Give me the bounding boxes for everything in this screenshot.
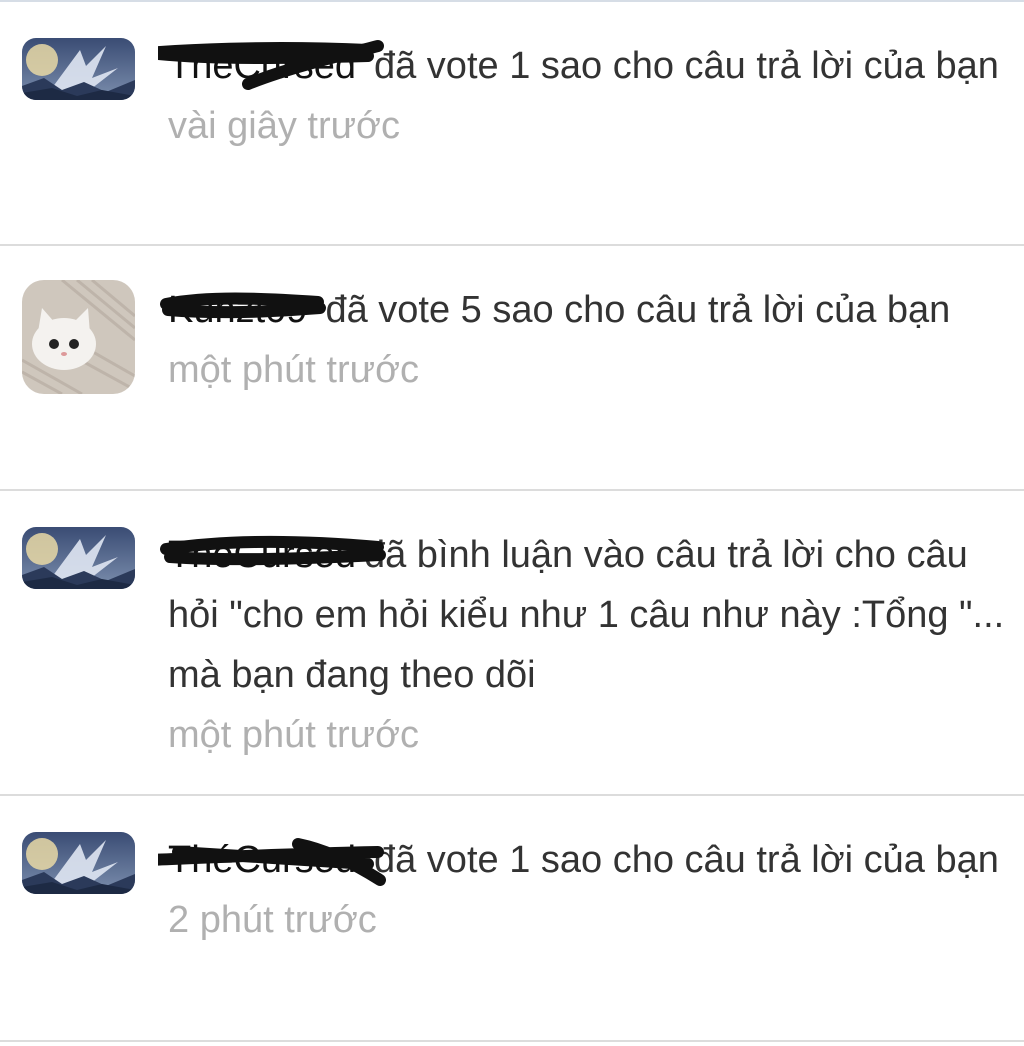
notification-time: một phút trước <box>168 349 419 391</box>
notification-message: đã vote 1 sao cho câu trả lời của bạn <box>373 45 999 87</box>
notification-time: một phút trước <box>168 714 419 756</box>
avatar[interactable] <box>22 527 135 589</box>
notification-message: đã vote 5 sao cho câu trả lời của bạn <box>325 289 951 331</box>
notification-text: ThéCursed đã vote 1 sao cho câu trả lời … <box>158 830 1013 950</box>
anime-sky-avatar-icon <box>22 832 135 894</box>
notification-item[interactable]: ThéCursed đã bình luận vào câu trả lời c… <box>0 491 1024 796</box>
notification-item[interactable]: ThéCursed đã vote 1 sao cho câu trả lời … <box>0 2 1024 246</box>
white-kitten-avatar-icon <box>22 280 135 394</box>
notification-time: vài giây trước <box>168 105 400 147</box>
anime-sky-avatar-icon <box>22 527 135 589</box>
user-name-redacted[interactable]: ThéCursed <box>160 525 386 585</box>
notification-text: ThéCursed đã bình luận vào câu trả lời c… <box>160 525 1013 765</box>
user-name-redacted[interactable]: Kunzt09 <box>160 280 326 340</box>
avatar[interactable] <box>22 38 135 100</box>
notification-list: ThéCursed đã vote 1 sao cho câu trả lời … <box>0 2 1024 1042</box>
user-name-redacted[interactable]: ThéCursed <box>158 36 384 96</box>
notification-text: Kunzt09 đã vote 5 sao cho câu trả lời củ… <box>160 280 1013 400</box>
avatar[interactable] <box>22 832 135 894</box>
notification-item[interactable]: Kunzt09 đã vote 5 sao cho câu trả lời củ… <box>0 246 1024 491</box>
user-name-redacted[interactable]: ThéCursed <box>158 830 386 890</box>
notification-message: đã vote 1 sao cho câu trả lời của bạn <box>373 839 999 881</box>
notification-text: ThéCursed đã vote 1 sao cho câu trả lời … <box>158 36 1013 156</box>
notification-time: 2 phút trước <box>168 899 377 941</box>
notification-item[interactable]: ThéCursed đã vote 1 sao cho câu trả lời … <box>0 796 1024 1042</box>
avatar[interactable] <box>22 280 135 394</box>
anime-sky-avatar-icon <box>22 38 135 100</box>
